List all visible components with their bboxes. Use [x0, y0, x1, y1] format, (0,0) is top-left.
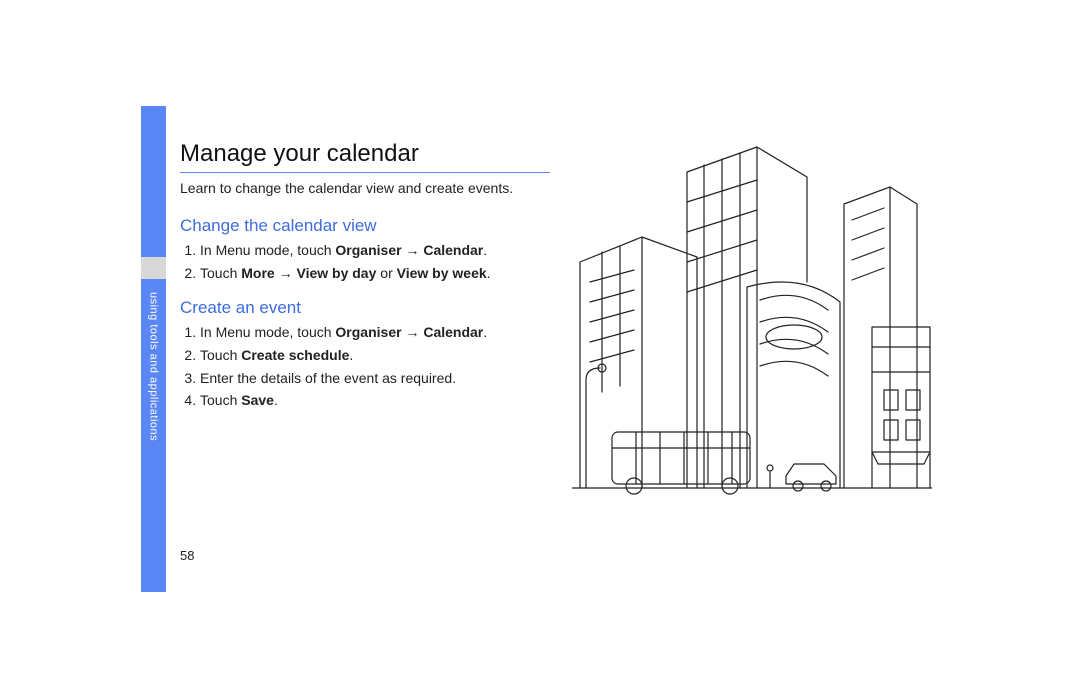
step-text: Touch	[200, 347, 241, 363]
section-heading-change-view: Change the calendar view	[180, 216, 550, 236]
ribbon-label-container: using tools and applications	[141, 292, 166, 552]
step-text: .	[483, 324, 487, 340]
list-item: Enter the details of the event as requir…	[200, 368, 550, 390]
ribbon-gap	[141, 257, 166, 279]
ribbon-label: using tools and applications	[148, 292, 160, 441]
page-intro: Learn to change the calendar view and cr…	[180, 179, 550, 198]
step-text: →	[402, 242, 424, 258]
step-text: In Menu mode, touch	[200, 324, 335, 340]
list-item: In Menu mode, touch Organiser → Calendar…	[200, 322, 550, 344]
list-item: Touch Save.	[200, 390, 550, 412]
step-bold: Organiser	[335, 242, 401, 258]
step-bold: Save	[241, 392, 274, 408]
list-item: Touch Create schedule.	[200, 345, 550, 367]
step-bold: Calendar	[423, 242, 483, 258]
step-text: .	[349, 347, 353, 363]
step-bold: Organiser	[335, 324, 401, 340]
page-number: 58	[180, 548, 194, 563]
step-bold: Calendar	[423, 324, 483, 340]
step-bold: Create schedule	[241, 347, 349, 363]
step-bold: More	[241, 265, 274, 281]
step-text: .	[487, 265, 491, 281]
section-heading-create-event: Create an event	[180, 298, 550, 318]
side-ribbon: using tools and applications	[141, 106, 166, 592]
step-text: Touch	[200, 265, 241, 281]
step-text: Enter the details of the event as requir…	[200, 370, 456, 386]
step-text: or	[376, 265, 396, 281]
step-text: Touch	[200, 392, 241, 408]
step-bold: View by week	[397, 265, 487, 281]
content-column: Manage your calendar Learn to change the…	[180, 140, 550, 422]
step-bold: View by day	[296, 265, 376, 281]
steps-change-view: In Menu mode, touch Organiser → Calendar…	[180, 240, 550, 284]
steps-create-event: In Menu mode, touch Organiser → Calendar…	[180, 322, 550, 412]
step-text: →	[402, 324, 424, 340]
step-text: →	[275, 265, 297, 281]
step-text: .	[483, 242, 487, 258]
list-item: In Menu mode, touch Organiser → Calendar…	[200, 240, 550, 262]
step-text: .	[274, 392, 278, 408]
list-item: Touch More → View by day or View by week…	[200, 263, 550, 285]
page-title: Manage your calendar	[180, 140, 550, 173]
step-text: In Menu mode, touch	[200, 242, 335, 258]
cityscape-illustration	[572, 132, 932, 512]
